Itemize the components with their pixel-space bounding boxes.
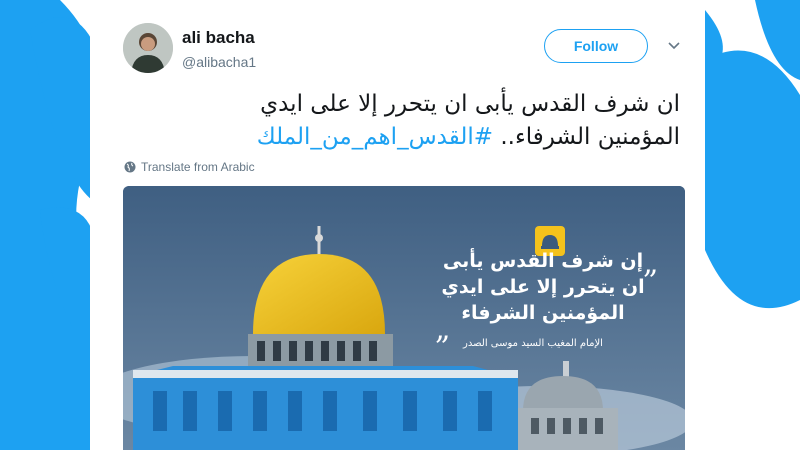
image-quote: إن شرف القدس يأبى ان يتحرر إلا على ايدي … (423, 248, 663, 326)
image-attribution: الإمام المغيب السيد موسى الصدر (463, 338, 603, 349)
avatar[interactable] (123, 23, 173, 73)
tweet-media-image[interactable]: „ إن شرف القدس يأبى ان يتحرر إلا على ايد… (123, 186, 685, 450)
image-quote-line3: المؤمنين الشرفاء (461, 302, 625, 324)
follow-button[interactable]: Follow (544, 29, 648, 63)
tweet-text-line2: المؤمنين الشرفاء.. #القدس_اهم_من_الملك (190, 121, 680, 154)
image-quote-line1: إن شرف القدس يأبى (442, 250, 644, 272)
globe-icon (124, 161, 136, 173)
tweet-card: ali bacha @alibacha1 Follow ان شرف القدس… (90, 0, 700, 450)
translate-label: Translate from Arabic (141, 160, 255, 174)
display-name[interactable]: ali bacha (182, 28, 255, 48)
tweet-text-line1: ان شرف القدس يأبى ان يتحرر إلا على ايدي (260, 91, 680, 117)
user-handle[interactable]: @alibacha1 (182, 54, 256, 70)
chevron-down-icon[interactable] (664, 36, 684, 56)
hashtag-link[interactable]: #القدس_اهم_من_الملك (257, 124, 493, 150)
tweet-text-line2-prefix: المؤمنين الشرفاء.. (493, 124, 680, 150)
image-quote-line2: ان يتحرر إلا على ايدي (441, 276, 645, 298)
tweet-text: ان شرف القدس يأبى ان يتحرر إلا على ايدي … (190, 88, 680, 154)
translate-link[interactable]: Translate from Arabic (124, 160, 255, 174)
